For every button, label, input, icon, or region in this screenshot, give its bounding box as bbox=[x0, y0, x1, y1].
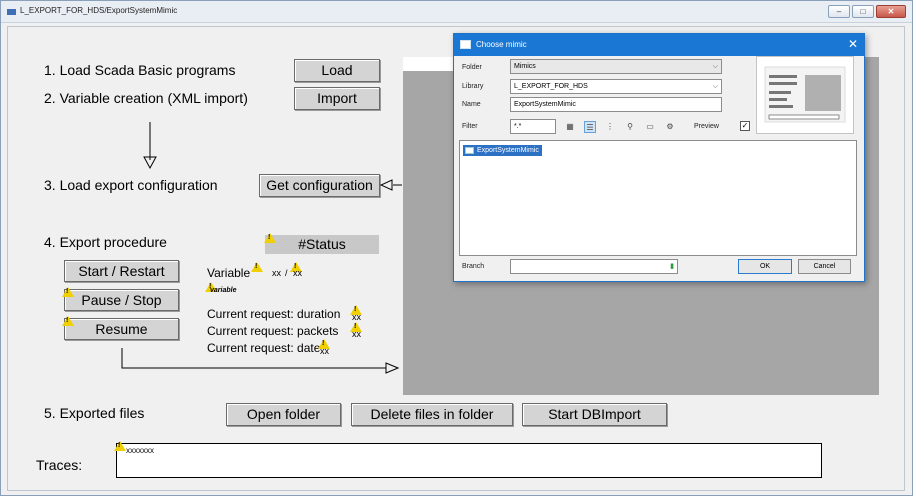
filter-value: *.* bbox=[514, 123, 522, 130]
name-input[interactable]: ExportSystemMimic bbox=[510, 97, 722, 112]
tree-view-icon[interactable]: ⋮ bbox=[604, 121, 616, 133]
preview-image bbox=[764, 66, 846, 123]
filter-input[interactable]: *.* bbox=[510, 119, 556, 134]
preview-label: Preview bbox=[694, 123, 719, 130]
name-value: ExportSystemMimic bbox=[514, 101, 576, 108]
ok-button[interactable]: OK bbox=[738, 259, 792, 274]
dialog-icon bbox=[460, 40, 471, 49]
settings-icon[interactable]: ⚙ bbox=[664, 121, 676, 133]
traces-text: xxxxxxx bbox=[126, 446, 154, 455]
arrow-right-line bbox=[121, 348, 386, 369]
details-view-icon[interactable]: ☰ bbox=[584, 121, 596, 133]
library-label: Library bbox=[462, 83, 484, 90]
mimic-list-item[interactable]: ExportSystemMimic bbox=[463, 145, 542, 156]
branch-input[interactable]: ▮ bbox=[510, 259, 678, 274]
folder-select[interactable]: Mimics ⌵ bbox=[510, 59, 722, 74]
dialog-close-button[interactable]: ✕ bbox=[848, 37, 858, 51]
traces-output: xxxxxxx bbox=[116, 443, 822, 478]
mimic-icon bbox=[465, 147, 474, 154]
folder-icon[interactable]: ▭ bbox=[644, 121, 656, 133]
chevron-down-icon: ⌵ bbox=[712, 63, 718, 70]
name-label: Name bbox=[462, 101, 481, 108]
dialog-title-bar: Choose mimic ✕ bbox=[454, 34, 864, 56]
arrow-left-head bbox=[379, 179, 393, 191]
mimic-list[interactable]: ExportSystemMimic bbox=[459, 140, 857, 256]
preview-thumbnail bbox=[756, 56, 854, 134]
traces-label: Traces: bbox=[36, 457, 83, 473]
cancel-button[interactable]: Cancel bbox=[798, 259, 851, 274]
choose-mimic-dialog: Choose mimic ✕ Folder Mimics ⌵ Library L… bbox=[453, 33, 865, 282]
library-value: L_EXPORT_FOR_HDS bbox=[514, 83, 588, 90]
branch-label: Branch bbox=[462, 263, 485, 270]
dialog-title: Choose mimic bbox=[476, 40, 527, 49]
chevron-down-icon: ⌵ bbox=[712, 83, 718, 90]
branch-picker-icon[interactable]: ▮ bbox=[670, 260, 674, 273]
library-select[interactable]: L_EXPORT_FOR_HDS ⌵ bbox=[510, 79, 722, 94]
preview-checkbox[interactable]: ✓ bbox=[740, 121, 750, 131]
warning-icon bbox=[114, 441, 126, 451]
list-view-icon[interactable]: ▦ bbox=[564, 121, 576, 133]
folder-label: Folder bbox=[462, 64, 482, 71]
mimic-list-item-label: ExportSystemMimic bbox=[477, 147, 539, 154]
search-icon[interactable]: ⚲ bbox=[624, 121, 636, 133]
filter-label: Filter bbox=[462, 123, 478, 130]
folder-value: Mimics bbox=[514, 63, 536, 70]
arrow-right-head bbox=[385, 362, 400, 374]
